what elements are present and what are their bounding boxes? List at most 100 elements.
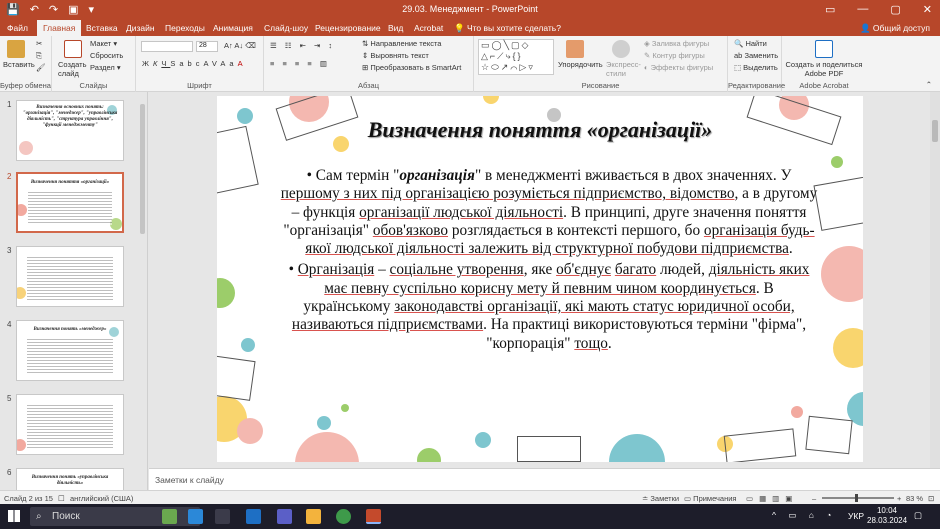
zoom-slider[interactable] — [822, 497, 894, 499]
zoom-out-icon[interactable]: – — [812, 494, 816, 503]
new-slide-icon[interactable] — [64, 40, 82, 58]
widgets-icon[interactable] — [162, 509, 177, 524]
collapse-ribbon-icon[interactable]: ⌃ — [926, 80, 932, 89]
slide-thumbnail[interactable]: Визначення основних понять: "організація… — [16, 100, 124, 161]
tab-design[interactable]: Дизайн — [126, 23, 155, 33]
comments-toggle[interactable]: ▭ Примечания — [684, 494, 736, 503]
thumbnails-scrollbar[interactable] — [140, 104, 145, 234]
list-buttons[interactable]: ☰ ☷ ⇤ ⇥ ↕ — [270, 41, 335, 50]
tab-acrobat[interactable]: Acrobat — [414, 23, 443, 33]
pdf-icon[interactable] — [815, 40, 833, 58]
slide-title[interactable]: Визначення поняття «організації» — [217, 117, 863, 143]
thumbnail-title: Визначення понять «управлінська діяльніс… — [31, 475, 109, 486]
tab-insert[interactable]: Вставка — [86, 23, 118, 33]
settings-gear-icon[interactable] — [215, 509, 230, 524]
select-button[interactable]: ⬚ Выделить — [734, 63, 778, 72]
keyboard-language[interactable]: УКР — [848, 511, 864, 521]
layout-button[interactable]: Макет ▾ — [90, 39, 117, 48]
font-grow-icon[interactable]: A↑ A↓ ⌫ — [224, 41, 256, 50]
shape-effects-button[interactable]: ◐ Эффекты фигуры — [644, 63, 713, 72]
tab-review[interactable]: Рецензирование — [315, 23, 381, 33]
copy-icon[interactable]: ⎘ — [36, 51, 42, 61]
bullet-text: Організація – соціальне утворення, яке о… — [292, 261, 810, 351]
decor-book — [517, 436, 581, 462]
tab-file[interactable]: Файл — [7, 23, 28, 33]
group-font: 28 A↑ A↓ ⌫ ЖКЧSabcAVAaA Шрифт — [136, 36, 264, 92]
paste-button[interactable]: Вставить — [3, 60, 35, 69]
slide-thumbnail[interactable]: Визначення понять «управлінська діяльніс… — [16, 468, 124, 490]
copilot-icon[interactable] — [188, 509, 203, 524]
view-buttons[interactable]: ▭▦▥▣ — [746, 494, 798, 503]
select-icon: ⬚ — [734, 63, 744, 72]
language-indicator[interactable]: английский (США) — [70, 494, 133, 503]
decor-circle — [483, 96, 499, 104]
format-painter-icon[interactable]: 🖌 — [36, 63, 46, 72]
notes-toggle[interactable]: ≐ Заметки — [642, 494, 679, 503]
section-button[interactable]: Раздел ▾ — [90, 63, 121, 72]
find-button[interactable]: 🔍 Найти — [734, 39, 767, 48]
decor-circle — [831, 156, 843, 168]
slide-canvas[interactable]: Визначення поняття «організації» • Сам т… — [217, 96, 863, 462]
align-buttons[interactable]: ≡ ≡ ≡ ≡ ▥ — [270, 59, 330, 68]
system-tray-icons[interactable]: ^ ▭ ⌂ ◔ — [772, 510, 836, 521]
align-text-button[interactable]: ⇕ Выровнять текст — [362, 51, 429, 60]
tell-me-search[interactable]: 💡 Что вы хотите сделать? — [454, 23, 561, 34]
replace-button[interactable]: ab Заменить — [734, 51, 778, 60]
decor-book — [217, 355, 256, 401]
font-size-input[interactable]: 28 — [196, 41, 218, 52]
zoom-slider-knob[interactable] — [855, 494, 858, 502]
tab-transitions[interactable]: Переходы — [165, 23, 205, 33]
shapes-gallery[interactable]: ▭◯╲▢◇ △⌐⟋⤷{} ☆⬭↗⌒▷▿ — [478, 39, 554, 75]
font-name-input[interactable] — [141, 41, 193, 52]
text-run: " в менеджменті вживається в двох значен… — [474, 167, 792, 184]
spellcheck-icon[interactable]: ☐ — [58, 494, 65, 503]
tab-view[interactable]: Вид — [388, 23, 403, 33]
group-label: Абзац — [357, 81, 380, 90]
fill-bucket-icon: ◈ — [644, 39, 652, 48]
mail-icon[interactable] — [246, 509, 261, 524]
start-windows-icon[interactable] — [8, 510, 20, 522]
font-style-buttons[interactable]: ЖКЧSabcAVAaA — [142, 59, 247, 68]
powerpoint-icon[interactable] — [366, 509, 381, 524]
ribbon-display-icon[interactable]: ▭ — [825, 3, 835, 16]
new-slide-button[interactable]: Создать слайд — [58, 60, 87, 78]
slide-body-text[interactable]: • Сам термін "організація" в менеджменті… — [279, 167, 819, 356]
teams-icon[interactable] — [277, 509, 292, 524]
chrome-icon[interactable] — [336, 509, 351, 524]
arrange-button[interactable]: Упорядочить — [558, 60, 603, 69]
paste-icon[interactable] — [7, 40, 25, 58]
maximize-icon[interactable]: ▢ — [890, 3, 900, 16]
reset-button[interactable]: Сбросить — [90, 51, 123, 60]
share-button[interactable]: 👤 Общий доступ — [860, 23, 930, 34]
quick-styles-button[interactable]: Экспресс-стили — [606, 60, 641, 78]
quick-styles-icon[interactable] — [612, 40, 630, 58]
text-run: організація — [399, 167, 475, 184]
slide-thumbnail[interactable]: Визначення понять «менеджер» — [16, 320, 124, 381]
tab-animations[interactable]: Анимация — [213, 23, 253, 33]
arrange-icon[interactable] — [566, 40, 584, 58]
underlined-text: обов'язково — [372, 221, 449, 239]
smartart-button[interactable]: ⊞ Преобразовать в SmartArt — [362, 63, 461, 72]
slide-thumbnail-selected[interactable]: Визначення поняття «організації» — [16, 172, 124, 233]
slide-thumbnail[interactable] — [16, 394, 124, 455]
shape-outline-button[interactable]: ✎ Контур фигуры — [644, 51, 705, 60]
zoom-level[interactable]: 83 % — [906, 494, 923, 503]
close-icon[interactable]: ✕ — [923, 3, 932, 16]
taskbar-clock[interactable]: 10:04 28.03.2024 — [867, 506, 907, 526]
shape-fill-button[interactable]: ◈ Заливка фигуры — [644, 39, 709, 48]
fit-slide-icon[interactable]: ⊡ — [928, 494, 934, 503]
minimize-icon[interactable]: — — [857, 3, 868, 16]
zoom-in-icon[interactable]: + — [897, 494, 901, 503]
tab-home[interactable]: Главная — [37, 20, 82, 36]
scrollbar-thumb[interactable] — [932, 120, 938, 142]
cut-icon[interactable]: ✂ — [36, 39, 42, 48]
slide-thumbnail[interactable] — [16, 246, 124, 307]
notifications-icon[interactable]: ▢ — [914, 510, 922, 521]
create-pdf-button[interactable]: Создать и поделиться Adobe PDF — [784, 60, 864, 78]
slide-scrollbar[interactable] — [930, 92, 940, 468]
tab-slideshow[interactable]: Слайд-шоу — [264, 23, 308, 33]
notes-pane[interactable]: Заметки к слайду — [149, 468, 940, 490]
text-direction-button[interactable]: ⇅ Направление текста — [362, 39, 441, 48]
underlined-text: соціальне утворення — [389, 261, 524, 279]
file-explorer-icon[interactable] — [306, 509, 321, 524]
